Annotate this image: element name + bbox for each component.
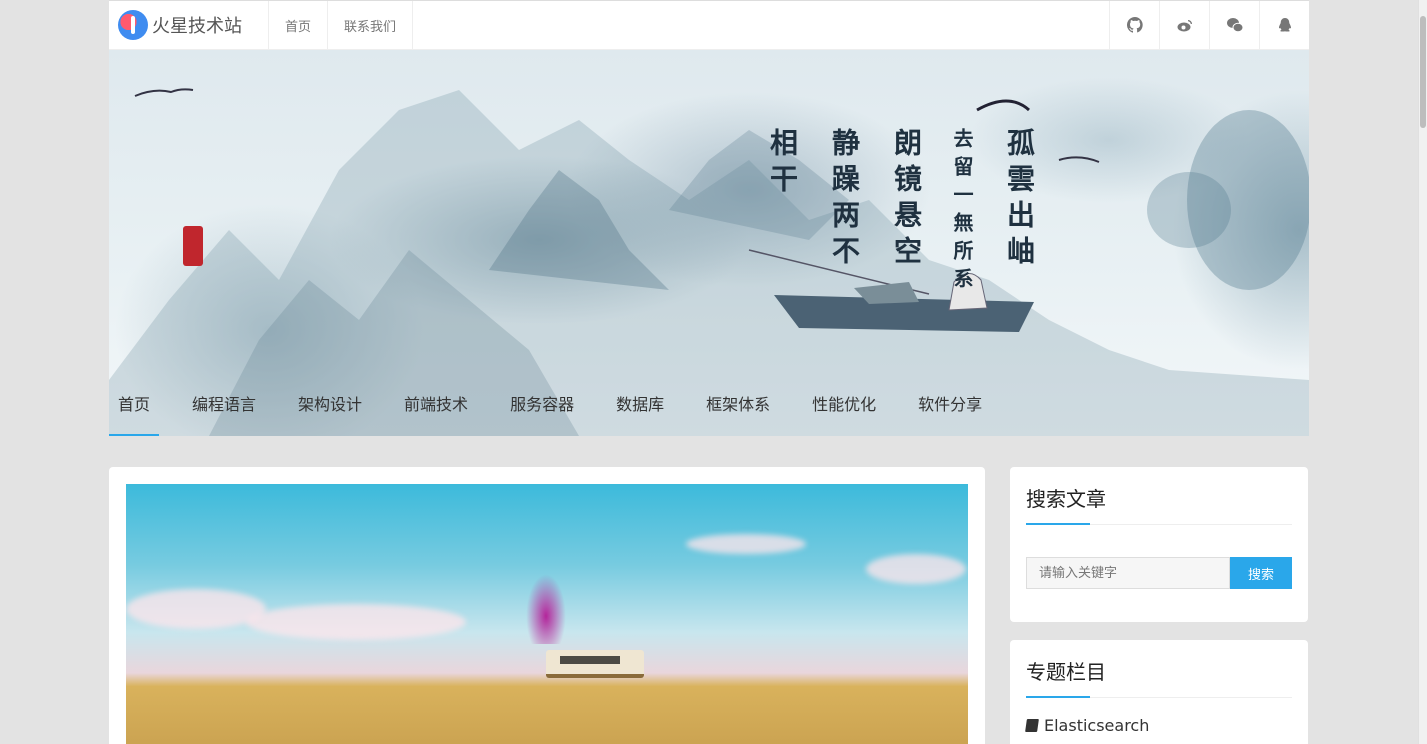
search-form: 搜索 bbox=[1026, 557, 1292, 589]
wechat-button[interactable] bbox=[1209, 1, 1259, 49]
brand-name: 火星技术站 bbox=[152, 16, 242, 37]
search-widget: 搜索文章 搜索 bbox=[1010, 467, 1308, 622]
github-button[interactable] bbox=[1109, 1, 1159, 49]
cloud bbox=[246, 604, 466, 640]
featured-post-card bbox=[109, 467, 985, 744]
page-wrapper: 火星技术站 首页 联系我们 孤雲出岫 去留一無所系 朗镜悬空 静躁两不 相干 首… bbox=[109, 0, 1309, 436]
qq-button[interactable] bbox=[1259, 1, 1309, 49]
topics-widget: 专题栏目 Elasticsearch bbox=[1010, 640, 1308, 744]
nav-item-frameworks[interactable]: 框架体系 bbox=[697, 370, 779, 436]
main-nav: 首页 编程语言 架构设计 前端技术 服务容器 数据库 框架体系 性能优化 软件分… bbox=[109, 370, 1015, 436]
topic-label: Elasticsearch bbox=[1044, 716, 1150, 735]
topics-widget-title: 专题栏目 bbox=[1026, 640, 1292, 698]
top-link-home[interactable]: 首页 bbox=[269, 1, 329, 49]
calligraphy-line: 孤雲出岫 bbox=[1003, 128, 1036, 272]
top-bar: 火星技术站 首页 联系我们 bbox=[109, 0, 1309, 50]
nav-item-server-container[interactable]: 服务容器 bbox=[501, 370, 583, 436]
page-scrollbar[interactable] bbox=[1418, 0, 1427, 744]
purple-smoke bbox=[526, 574, 566, 644]
cloud bbox=[686, 534, 806, 554]
nav-item-programming[interactable]: 编程语言 bbox=[183, 370, 265, 436]
search-button[interactable]: 搜索 bbox=[1230, 557, 1292, 589]
calligraphy-line: 去留一無所系 bbox=[950, 128, 974, 296]
top-link-contact[interactable]: 联系我们 bbox=[328, 1, 414, 49]
weibo-button[interactable] bbox=[1159, 1, 1209, 49]
rv-vehicle bbox=[546, 650, 644, 678]
qq-icon bbox=[1278, 18, 1291, 32]
red-seal-stamp bbox=[183, 226, 203, 266]
search-input[interactable] bbox=[1026, 557, 1230, 589]
logo-icon bbox=[118, 10, 148, 40]
brand[interactable]: 火星技术站 bbox=[109, 1, 269, 49]
banner: 孤雲出岫 去留一無所系 朗镜悬空 静躁两不 相干 首页 编程语言 架构设计 前端… bbox=[109, 50, 1309, 436]
nav-item-software-share[interactable]: 软件分享 bbox=[909, 370, 991, 436]
calligraphy-line: 相干 bbox=[766, 128, 799, 200]
nav-item-performance[interactable]: 性能优化 bbox=[803, 370, 885, 436]
wechat-icon bbox=[1226, 18, 1243, 33]
scrollbar-thumb[interactable] bbox=[1420, 16, 1426, 128]
calligraphy-line: 朗镜悬空 bbox=[890, 128, 923, 272]
nav-item-database[interactable]: 数据库 bbox=[607, 370, 673, 436]
nav-item-home[interactable]: 首页 bbox=[109, 370, 160, 436]
calligraphy-line: 静躁两不 bbox=[828, 128, 861, 272]
nav-item-architecture[interactable]: 架构设计 bbox=[289, 370, 371, 436]
cloud bbox=[866, 554, 966, 584]
nav-item-frontend[interactable]: 前端技术 bbox=[395, 370, 477, 436]
featured-post-image[interactable] bbox=[126, 484, 968, 744]
calligraphy: 孤雲出岫 去留一無所系 朗镜悬空 静躁两不 相干 bbox=[217, 128, 1039, 296]
cloud bbox=[126, 589, 266, 629]
github-icon bbox=[1126, 17, 1143, 33]
topic-item[interactable]: Elasticsearch bbox=[1025, 716, 1292, 735]
search-widget-title: 搜索文章 bbox=[1026, 467, 1292, 525]
weibo-icon bbox=[1177, 20, 1192, 32]
book-icon bbox=[1025, 719, 1039, 732]
